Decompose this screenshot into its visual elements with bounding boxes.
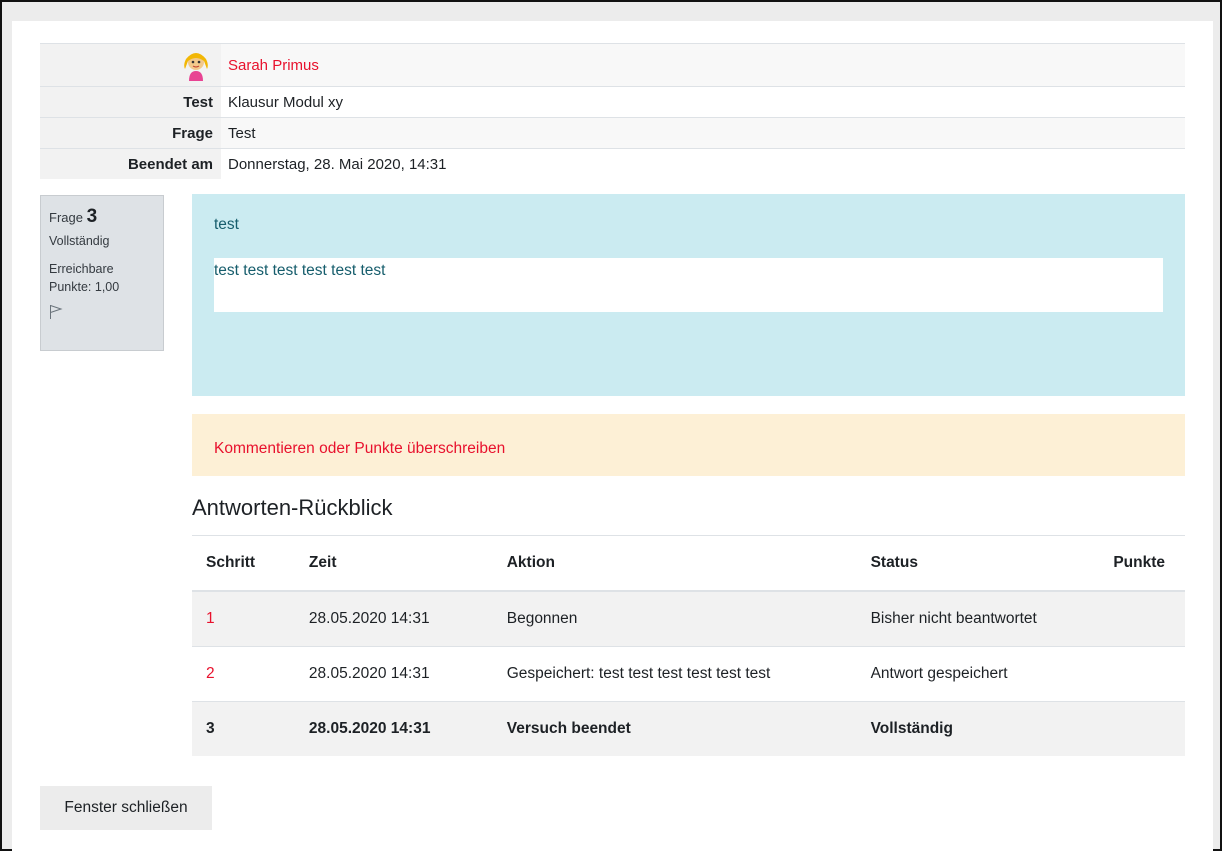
- history-action: Versuch beendet: [492, 701, 857, 756]
- question-number: Frage 3: [49, 206, 155, 228]
- history-action: Begonnen: [492, 590, 857, 647]
- user-name-link[interactable]: Sarah Primus: [228, 57, 319, 74]
- history-time: 28.05.2020 14:31: [294, 701, 493, 756]
- table-row: 2 28.05.2020 14:31 Gespeichert: test tes…: [192, 646, 1185, 702]
- attempt-summary-table: Sarah Primus Test Klausur Modul xy Frage…: [40, 43, 1185, 179]
- summary-label: Frage: [40, 117, 221, 149]
- table-row: 1 28.05.2020 14:31 Begonnen Bisher nicht…: [192, 590, 1185, 647]
- history-status: Bisher nicht beantwortet: [856, 590, 1100, 647]
- summary-value: Test: [221, 117, 1185, 149]
- column-header-time: Zeit: [294, 535, 493, 592]
- question-content: test test test test test test test: [192, 194, 1185, 396]
- question-number-prefix: Frage: [49, 210, 83, 225]
- history-points: [1099, 590, 1185, 647]
- answer-text: test test test test test test: [214, 262, 386, 279]
- history-step-link[interactable]: 2: [206, 665, 215, 682]
- history-time: 28.05.2020 14:31: [294, 590, 493, 647]
- question-grade: Erreichbare Punkte: 1,00: [49, 260, 155, 296]
- column-header-status: Status: [856, 535, 1100, 592]
- window-frame: Sarah Primus Test Klausur Modul xy Frage…: [0, 0, 1222, 853]
- user-avatar-icon[interactable]: [179, 49, 213, 81]
- history-time: 28.05.2020 14:31: [294, 646, 493, 702]
- response-history-table: Schritt Zeit Aktion Status Punkte 1 28.0…: [192, 535, 1185, 756]
- response-history-title: Antworten-Rückblick: [192, 495, 393, 520]
- history-header-row: Schritt Zeit Aktion Status Punkte: [192, 535, 1185, 592]
- history-step: 3: [192, 701, 295, 756]
- review-page: Sarah Primus Test Klausur Modul xy Frage…: [12, 21, 1213, 853]
- flag-icon[interactable]: [49, 304, 63, 320]
- table-row-current: 3 28.05.2020 14:31 Versuch beendet Volls…: [192, 701, 1185, 756]
- summary-row-question: Frage Test: [40, 117, 1185, 149]
- answer-box: test test test test test test: [214, 258, 1163, 312]
- summary-label: Test: [40, 86, 221, 118]
- column-header-points: Punkte: [1099, 535, 1185, 592]
- column-header-step: Schritt: [192, 535, 295, 592]
- summary-user-cell: Sarah Primus: [221, 43, 1185, 87]
- summary-row-user: Sarah Primus: [40, 43, 1185, 87]
- history-step-cell: 2: [192, 646, 295, 702]
- column-header-action: Aktion: [492, 535, 857, 592]
- history-points: [1099, 646, 1185, 702]
- question-text: test: [214, 216, 239, 233]
- history-step-cell: 1: [192, 590, 295, 647]
- summary-value: Klausur Modul xy: [221, 86, 1185, 118]
- close-window-button[interactable]: Fenster schließen: [40, 786, 212, 830]
- history-step-link[interactable]: 1: [206, 610, 215, 627]
- history-points: [1099, 701, 1185, 756]
- history-status: Antwort gespeichert: [856, 646, 1100, 702]
- summary-avatar-cell: [40, 43, 221, 87]
- comment-box: Kommentieren oder Punkte überschreiben: [192, 414, 1185, 476]
- question-grade-line2: Punkte: 1,00: [49, 280, 120, 294]
- history-status: Vollständig: [856, 701, 1100, 756]
- question-info-box: Frage 3 Vollständig Erreichbare Punkte: …: [40, 195, 164, 351]
- question-grade-line1: Erreichbare: [49, 262, 114, 276]
- history-action: Gespeichert: test test test test test te…: [492, 646, 857, 702]
- comment-override-link[interactable]: Kommentieren oder Punkte überschreiben: [214, 440, 505, 457]
- question-state: Vollständig: [49, 234, 110, 248]
- summary-value: Donnerstag, 28. Mai 2020, 14:31: [221, 148, 1185, 179]
- summary-row-test: Test Klausur Modul xy: [40, 86, 1185, 118]
- question-number-value: 3: [86, 206, 98, 227]
- summary-label: Beendet am: [40, 148, 221, 179]
- summary-row-finished: Beendet am Donnerstag, 28. Mai 2020, 14:…: [40, 148, 1185, 179]
